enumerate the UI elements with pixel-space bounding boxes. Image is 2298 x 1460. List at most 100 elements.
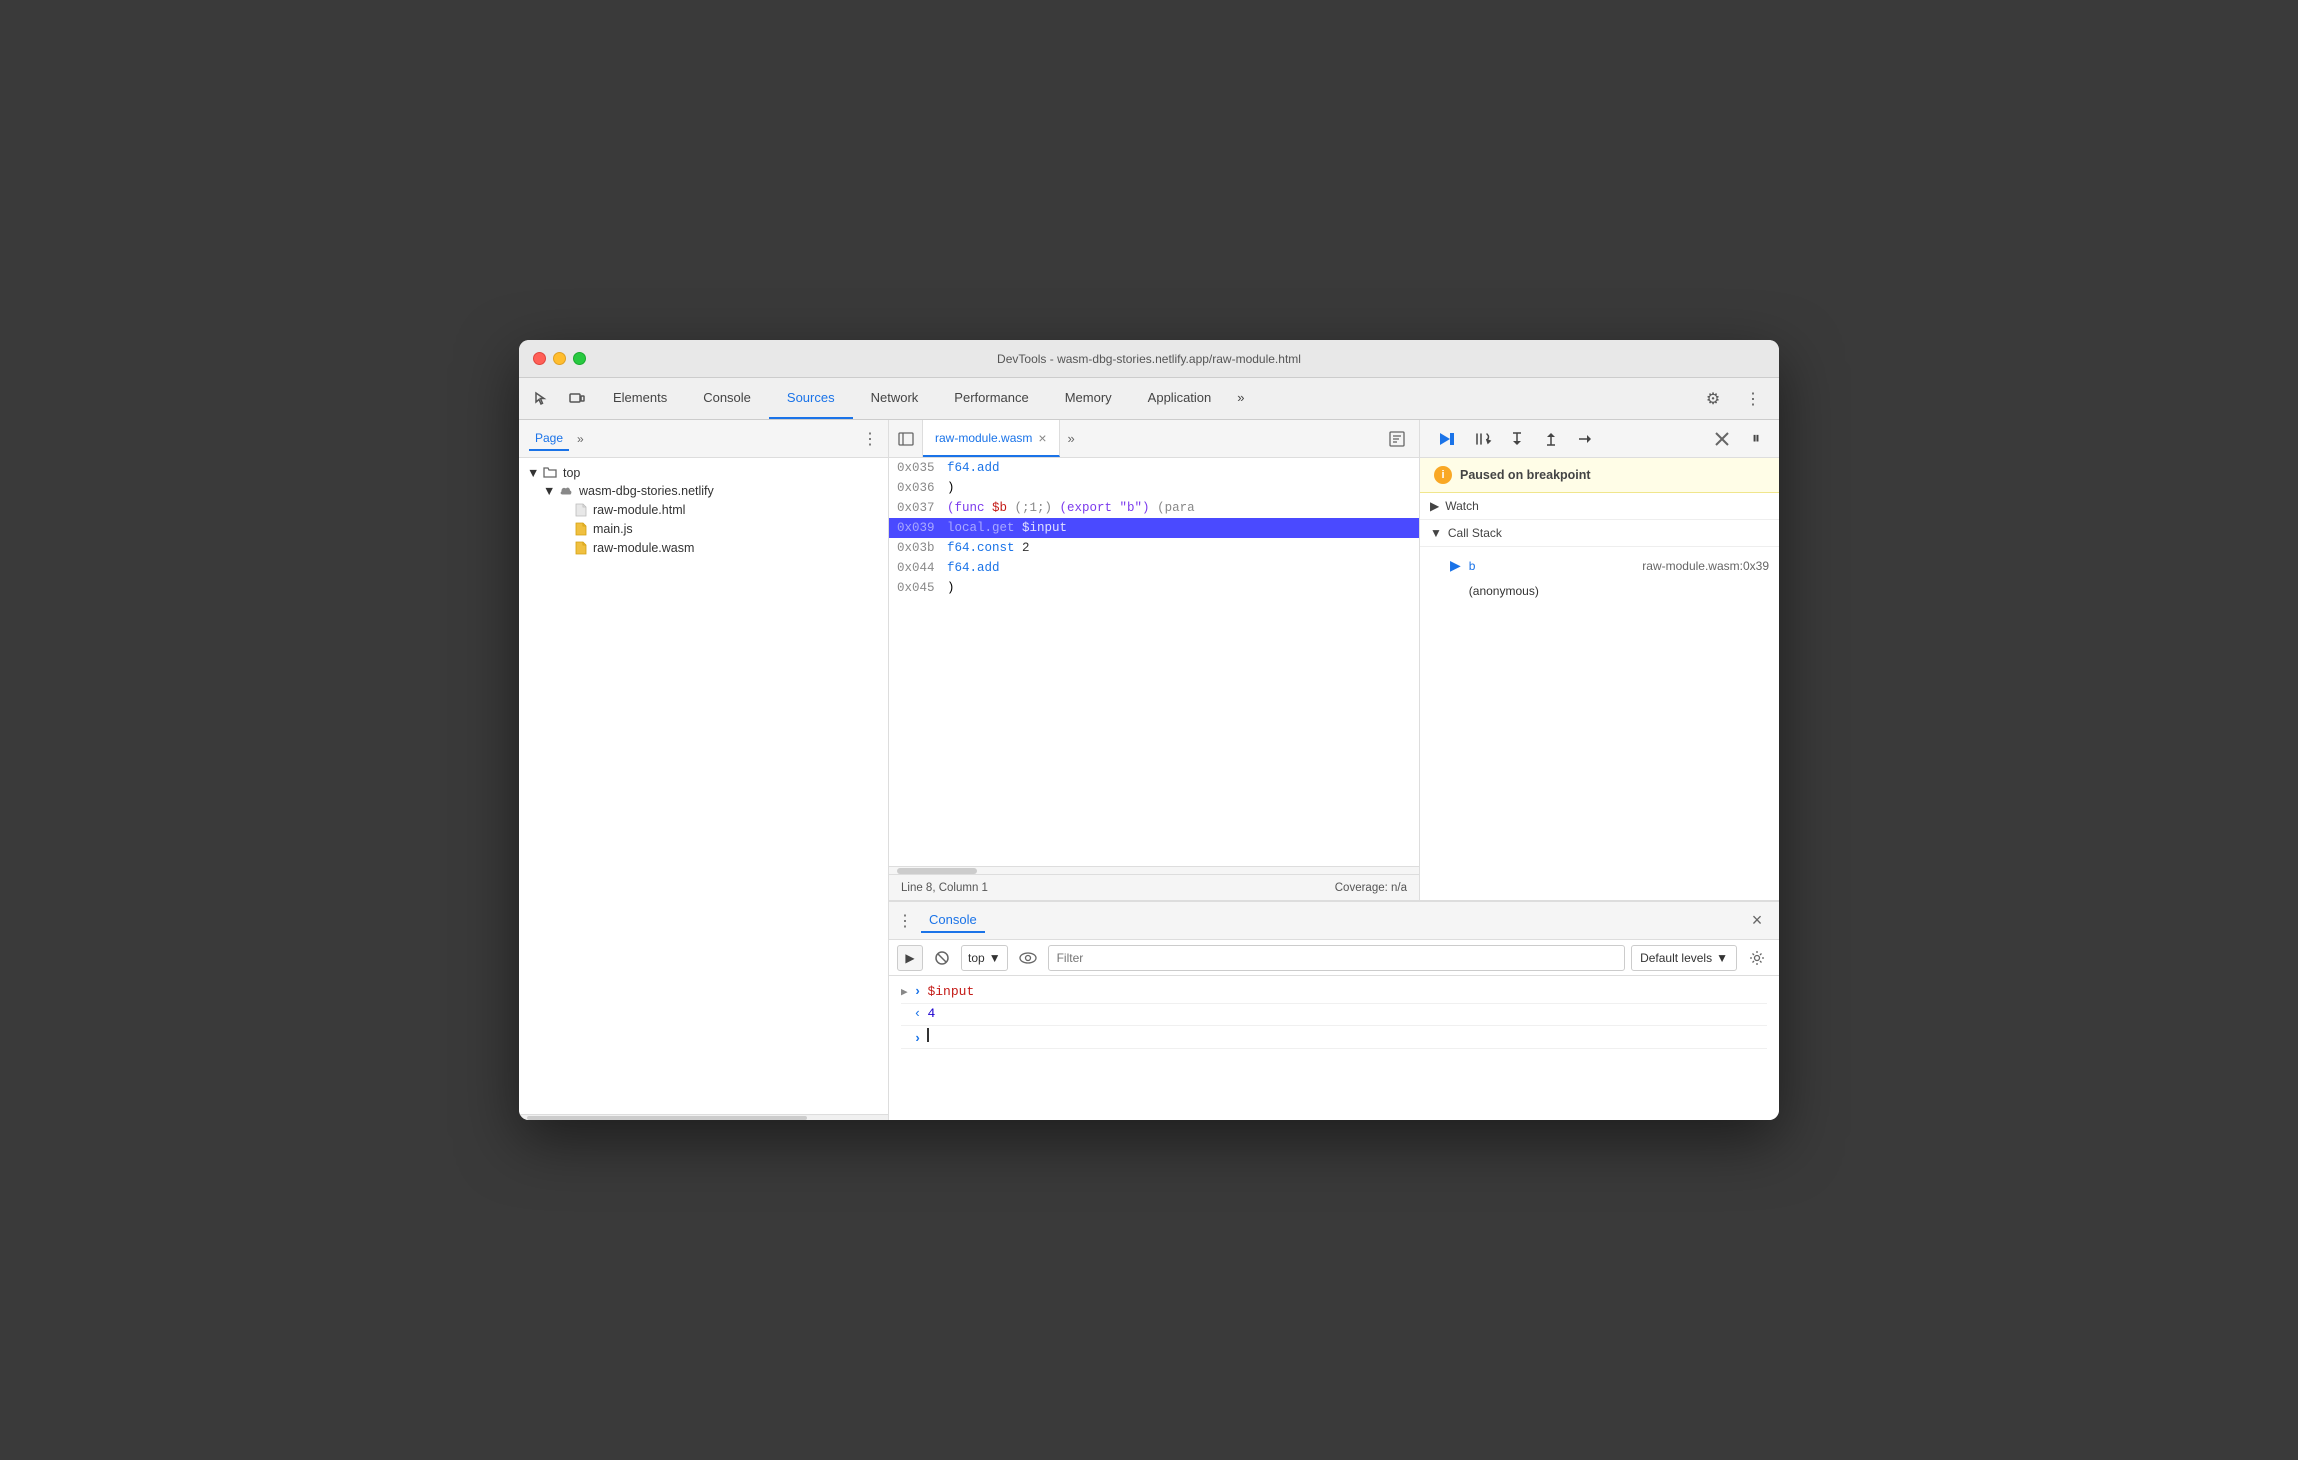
code-line-035: 0x035 f64.add [889, 458, 1419, 478]
maximize-button[interactable] [573, 352, 586, 365]
cs-arrow-b: ▶ [1450, 557, 1461, 574]
tree-item-top[interactable]: ▼ top [519, 464, 888, 482]
tree-arrow-top: ▼ [527, 466, 537, 480]
tab-memory[interactable]: Memory [1047, 378, 1130, 419]
editor-tabs-bar: raw-module.wasm × » [889, 420, 1419, 458]
step-out-btn[interactable] [1536, 425, 1566, 453]
code-editor: 0x035 f64.add 0x036 ) 0x037 [889, 458, 1419, 866]
deactivate-breakpoints-btn[interactable] [1707, 425, 1737, 453]
tree-item-html[interactable]: ▶ raw-module.html [519, 500, 888, 519]
device-toolbar-icon[interactable] [559, 378, 595, 419]
resume-btn[interactable] [1428, 425, 1464, 453]
file-tree: ▼ top ▼ wasm-dbg-stories.netlify ▶ [519, 458, 888, 1114]
console-line-input: ▶ › $input [901, 982, 1767, 1004]
bottom-console-area: ⋮ Console × ▶ [889, 900, 1779, 1120]
tab-console[interactable]: Console [685, 378, 769, 419]
minimize-button[interactable] [553, 352, 566, 365]
pretty-print-btn[interactable] [1383, 425, 1411, 453]
tree-item-wasm[interactable]: ▶ raw-module.wasm [519, 538, 888, 557]
cs-name-b: b [1469, 559, 1476, 573]
callstack-entry-anon[interactable]: ▶ (anonymous) [1450, 578, 1769, 603]
tree-label-mainjs: main.js [593, 522, 633, 536]
console-text-input: $input [927, 984, 974, 999]
console-tab-bar: ⋮ Console × [889, 902, 1779, 940]
tab-application[interactable]: Application [1130, 378, 1230, 419]
cursor-position: Line 8, Column 1 [901, 882, 988, 894]
console-settings-btn[interactable] [1743, 944, 1771, 972]
right-debug-panel: ⏸ i Paused on breakpoint ▶ [1419, 420, 1779, 900]
sidebar-more-btn[interactable]: » [577, 432, 584, 446]
step-over-btn[interactable] [1468, 425, 1498, 453]
inspect-icon[interactable] [523, 378, 559, 419]
folder-icon-top [543, 466, 557, 480]
js-file-icon [575, 522, 587, 536]
console-close-btn[interactable]: × [1743, 907, 1771, 935]
tab-elements[interactable]: Elements [595, 378, 685, 419]
console-line-output: ▶ ‹ 4 [901, 1004, 1767, 1026]
tab-more[interactable]: » [1229, 378, 1252, 419]
tab-performance[interactable]: Performance [936, 378, 1046, 419]
file-sidebar: Page » ⋮ ▼ top ▼ [519, 420, 889, 1120]
console-block-btn[interactable] [929, 945, 955, 971]
editor-tab-more[interactable]: » [1060, 420, 1083, 457]
editor-tab-label: raw-module.wasm [935, 431, 1032, 445]
run-icon: ▶ [905, 951, 914, 965]
tree-label-top: top [563, 466, 580, 480]
more-options-icon[interactable]: ⋮ [1735, 389, 1771, 409]
title-bar: DevTools - wasm-dbg-stories.netlify.app/… [519, 340, 1779, 378]
code-line-037: 0x037 (func $b (;1;) (export "b") (para [889, 498, 1419, 518]
traffic-lights [533, 352, 586, 365]
console-run-btn[interactable]: ▶ [897, 945, 923, 971]
default-levels-label: Default levels [1640, 951, 1712, 965]
horizontal-scrollbar[interactable] [889, 866, 1419, 874]
cloud-icon-netlify [559, 484, 573, 498]
step-into-btn[interactable] [1502, 425, 1532, 453]
content-area: Page » ⋮ ▼ top ▼ [519, 420, 1779, 1120]
watch-arrow: ▶ [1430, 499, 1439, 513]
status-bar: Line 8, Column 1 Coverage: n/a [889, 874, 1419, 900]
step-btn[interactable] [1570, 425, 1600, 453]
console-tabs-more[interactable]: ⋮ [897, 911, 913, 931]
sidebar-toggle-btn[interactable] [889, 420, 923, 457]
tree-arrow-netlify: ▼ [543, 484, 553, 498]
callstack-entry-b[interactable]: ▶ b raw-module.wasm:0x39 [1450, 553, 1769, 578]
settings-icon[interactable]: ⚙ [1695, 389, 1731, 409]
cs-location-b: raw-module.wasm:0x39 [1642, 559, 1769, 573]
tree-label-html: raw-module.html [593, 503, 685, 517]
pause-on-exceptions-btn[interactable]: ⏸ [1741, 425, 1771, 453]
sidebar-tab-page[interactable]: Page [529, 427, 569, 451]
tab-sources[interactable]: Sources [769, 378, 853, 419]
watch-section-header[interactable]: ▶ Watch [1420, 493, 1779, 520]
console-toolbar: ▶ top ▼ [889, 940, 1779, 976]
cs-name-anon: (anonymous) [1469, 584, 1539, 598]
callstack-section-header[interactable]: ▼ Call Stack [1420, 520, 1779, 547]
console-prompt-line[interactable]: ▶ › [901, 1026, 1767, 1049]
console-content: ▶ › $input ▶ ‹ 4 ▶ › [889, 976, 1779, 1120]
console-context-selector[interactable]: top ▼ [961, 945, 1008, 971]
watch-label: Watch [1445, 499, 1479, 513]
close-button[interactable] [533, 352, 546, 365]
html-file-icon [575, 503, 587, 517]
expand-arrow-input: ▶ [901, 985, 908, 999]
tree-label-netlify: wasm-dbg-stories.netlify [579, 484, 714, 498]
tree-label-wasm: raw-module.wasm [593, 541, 694, 555]
sidebar-dots-menu[interactable]: ⋮ [862, 429, 878, 449]
main-tab-bar: Elements Console Sources Network Perform… [519, 378, 1779, 420]
window-title: DevTools - wasm-dbg-stories.netlify.app/… [997, 352, 1301, 366]
callstack-content: ▶ b raw-module.wasm:0x39 ▶ (anonymous) [1420, 547, 1779, 609]
sidebar-header: Page » ⋮ [519, 420, 888, 458]
filter-input[interactable] [1048, 945, 1625, 971]
tab-close-btn[interactable]: × [1038, 431, 1046, 445]
default-levels-selector[interactable]: Default levels ▼ [1631, 945, 1737, 971]
tree-item-mainjs[interactable]: ▶ main.js [519, 519, 888, 538]
console-eye-btn[interactable] [1014, 944, 1042, 972]
devtools-window: DevTools - wasm-dbg-stories.netlify.app/… [519, 340, 1779, 1120]
tab-network[interactable]: Network [853, 378, 937, 419]
tree-item-netlify[interactable]: ▼ wasm-dbg-stories.netlify [519, 482, 888, 500]
code-line-039: 0x039 local.get $input [889, 518, 1419, 538]
paused-banner: i Paused on breakpoint [1420, 458, 1779, 493]
editor-tab-wasm[interactable]: raw-module.wasm × [923, 420, 1060, 457]
scroll-thumb[interactable] [897, 868, 977, 874]
coverage-status: Coverage: n/a [1335, 882, 1407, 894]
console-tab[interactable]: Console [921, 908, 985, 933]
